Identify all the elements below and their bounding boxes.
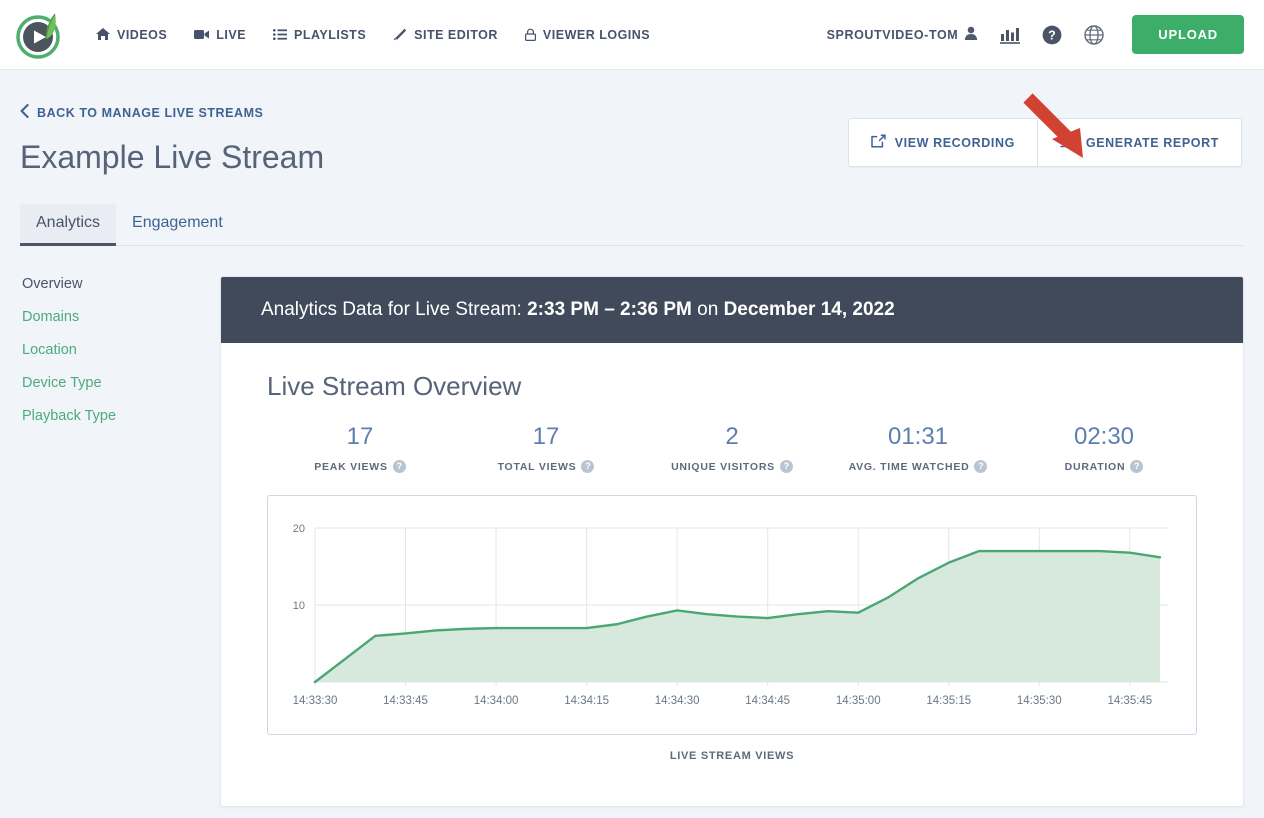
nav-item-live-label: LIVE bbox=[216, 28, 246, 42]
x-tick-label: 14:34:30 bbox=[655, 695, 700, 707]
x-tick-label: 14:33:45 bbox=[383, 695, 428, 707]
page-actions-group: VIEW RECORDING GENERATE REPORT bbox=[848, 118, 1242, 167]
globe-icon[interactable] bbox=[1084, 25, 1104, 45]
account-menu[interactable]: SPROUTVIDEO-TOM bbox=[827, 26, 979, 43]
x-tick-label: 14:34:00 bbox=[474, 695, 519, 707]
y-tick-label: 20 bbox=[293, 523, 305, 535]
nav-item-viewer-logins[interactable]: VIEWER LOGINS bbox=[525, 28, 650, 42]
nav-item-live[interactable]: LIVE bbox=[194, 28, 246, 42]
stat-total-views-value: 17 bbox=[453, 424, 639, 450]
tab-bar: Analytics Engagement bbox=[20, 204, 1244, 246]
stat-duration-label-text: DURATION bbox=[1065, 461, 1126, 473]
top-navigation-bar: VIDEOS LIVE PLAYLISTS SITE EDITOR bbox=[0, 0, 1264, 70]
stat-peak-views-label: PEAK VIEWS ? bbox=[267, 460, 453, 473]
svg-text:?: ? bbox=[1048, 28, 1056, 42]
home-icon bbox=[96, 28, 110, 41]
y-tick-label: 10 bbox=[293, 600, 305, 612]
x-tick-label: 14:33:30 bbox=[293, 695, 338, 707]
x-tick-label: 14:35:15 bbox=[926, 695, 971, 707]
stat-duration: 02:30 DURATION ? bbox=[1011, 424, 1197, 473]
wand-icon bbox=[393, 28, 407, 41]
live-stream-overview-title: Live Stream Overview bbox=[267, 371, 1197, 402]
help-icon-duration[interactable]: ? bbox=[1130, 460, 1143, 473]
stat-avg-time-watched-label-text: AVG. TIME WATCHED bbox=[849, 461, 970, 473]
live-stream-views-chart: 10 20 14:33:30 14:33:45 14:34:00 14:34:15 14:3… bbox=[267, 495, 1197, 735]
help-icon-unique-visitors[interactable]: ? bbox=[780, 460, 793, 473]
stat-unique-visitors-label: UNIQUE VISITORS ? bbox=[639, 460, 825, 473]
stat-peak-views-value: 17 bbox=[267, 424, 453, 450]
stats-row: 17 PEAK VIEWS ? 17 TOTAL VIEWS ? bbox=[267, 424, 1197, 473]
nav-item-playlists[interactable]: PLAYLISTS bbox=[273, 28, 366, 42]
nav-right-group: SPROUTVIDEO-TOM ? bbox=[827, 15, 1244, 54]
nav-item-site-editor-label: SITE EDITOR bbox=[414, 28, 498, 42]
analytics-card-body: Live Stream Overview 17 PEAK VIEWS ? 17 … bbox=[221, 343, 1243, 806]
list-icon bbox=[273, 29, 287, 40]
nav-item-videos[interactable]: VIDEOS bbox=[96, 28, 167, 42]
account-name: SPROUTVIDEO-TOM bbox=[827, 28, 959, 42]
main-nav-links: VIDEOS LIVE PLAYLISTS SITE EDITOR bbox=[96, 28, 650, 42]
nav-item-site-editor[interactable]: SITE EDITOR bbox=[393, 28, 498, 42]
chart-caption: LIVE STREAM VIEWS bbox=[267, 750, 1197, 762]
stat-peak-views-label-text: PEAK VIEWS bbox=[314, 461, 387, 473]
x-tick-label: 14:34:45 bbox=[745, 695, 790, 707]
chevron-left-icon bbox=[20, 104, 29, 121]
x-tick-label: 14:35:00 bbox=[836, 695, 881, 707]
x-tick-label: 14:35:30 bbox=[1017, 695, 1062, 707]
line-chart-icon bbox=[1060, 134, 1077, 151]
stat-unique-visitors-label-text: UNIQUE VISITORS bbox=[671, 461, 775, 473]
question-circle-icon[interactable]: ? bbox=[1042, 25, 1062, 45]
sidebar-item-location[interactable]: Location bbox=[22, 342, 220, 358]
help-icon-peak-views[interactable]: ? bbox=[393, 460, 406, 473]
stat-unique-visitors-value: 2 bbox=[639, 424, 825, 450]
generate-report-button[interactable]: GENERATE REPORT bbox=[1038, 119, 1241, 166]
help-icon-avg-time-watched[interactable]: ? bbox=[974, 460, 987, 473]
stat-total-views-label-text: TOTAL VIEWS bbox=[498, 461, 577, 473]
external-link-icon bbox=[871, 134, 886, 151]
nav-item-videos-label: VIDEOS bbox=[117, 28, 167, 42]
stat-duration-value: 02:30 bbox=[1011, 424, 1197, 450]
user-icon bbox=[964, 26, 978, 43]
x-tick-label: 14:35:45 bbox=[1107, 695, 1152, 707]
tab-analytics[interactable]: Analytics bbox=[20, 204, 116, 246]
stat-duration-label: DURATION ? bbox=[1011, 460, 1197, 473]
nav-item-playlists-label: PLAYLISTS bbox=[294, 28, 366, 42]
view-recording-button[interactable]: VIEW RECORDING bbox=[849, 119, 1037, 166]
sidebar-item-device-type[interactable]: Device Type bbox=[22, 375, 220, 391]
tab-engagement[interactable]: Engagement bbox=[116, 204, 239, 246]
analytics-sidebar: Overview Domains Location Device Type Pl… bbox=[20, 276, 220, 807]
banner-prefix: Analytics Data for Live Stream: bbox=[261, 299, 522, 320]
help-icon-total-views[interactable]: ? bbox=[581, 460, 594, 473]
banner-on: on bbox=[697, 299, 718, 320]
stat-avg-time-watched-value: 01:31 bbox=[825, 424, 1011, 450]
analytics-card: Analytics Data for Live Stream: 2:33 PM … bbox=[220, 276, 1244, 807]
video-camera-icon bbox=[194, 29, 209, 40]
stat-avg-time-watched: 01:31 AVG. TIME WATCHED ? bbox=[825, 424, 1011, 473]
back-link-label: BACK TO MANAGE LIVE STREAMS bbox=[37, 106, 263, 120]
sproutvideo-logo[interactable] bbox=[14, 9, 66, 61]
stat-total-views-label: TOTAL VIEWS ? bbox=[453, 460, 639, 473]
x-tick-label: 14:34:15 bbox=[564, 695, 609, 707]
bar-chart-icon[interactable] bbox=[1000, 26, 1020, 44]
stat-peak-views: 17 PEAK VIEWS ? bbox=[267, 424, 453, 473]
stat-total-views: 17 TOTAL VIEWS ? bbox=[453, 424, 639, 473]
stat-unique-visitors: 2 UNIQUE VISITORS ? bbox=[639, 424, 825, 473]
banner-date: December 14, 2022 bbox=[724, 299, 895, 320]
back-to-manage-live-streams-link[interactable]: BACK TO MANAGE LIVE STREAMS bbox=[20, 104, 263, 121]
generate-report-label: GENERATE REPORT bbox=[1086, 136, 1219, 150]
analytics-data-banner: Analytics Data for Live Stream: 2:33 PM … bbox=[221, 277, 1243, 343]
content-area: Overview Domains Location Device Type Pl… bbox=[20, 276, 1244, 807]
view-recording-label: VIEW RECORDING bbox=[895, 136, 1015, 150]
upload-button[interactable]: UPLOAD bbox=[1132, 15, 1244, 54]
chart-canvas: 10 20 14:33:30 14:33:45 14:34:00 14:34:15 14:3… bbox=[268, 496, 1190, 734]
page-container: BACK TO MANAGE LIVE STREAMS Example Live… bbox=[0, 70, 1264, 807]
sidebar-item-domains[interactable]: Domains bbox=[22, 309, 220, 325]
stat-avg-time-watched-label: AVG. TIME WATCHED ? bbox=[825, 460, 1011, 473]
sidebar-item-playback-type[interactable]: Playback Type bbox=[22, 408, 220, 424]
sidebar-item-overview[interactable]: Overview bbox=[22, 276, 220, 292]
nav-item-viewer-logins-label: VIEWER LOGINS bbox=[543, 28, 650, 42]
lock-icon bbox=[525, 28, 536, 41]
banner-time-range: 2:33 PM – 2:36 PM bbox=[527, 299, 692, 320]
